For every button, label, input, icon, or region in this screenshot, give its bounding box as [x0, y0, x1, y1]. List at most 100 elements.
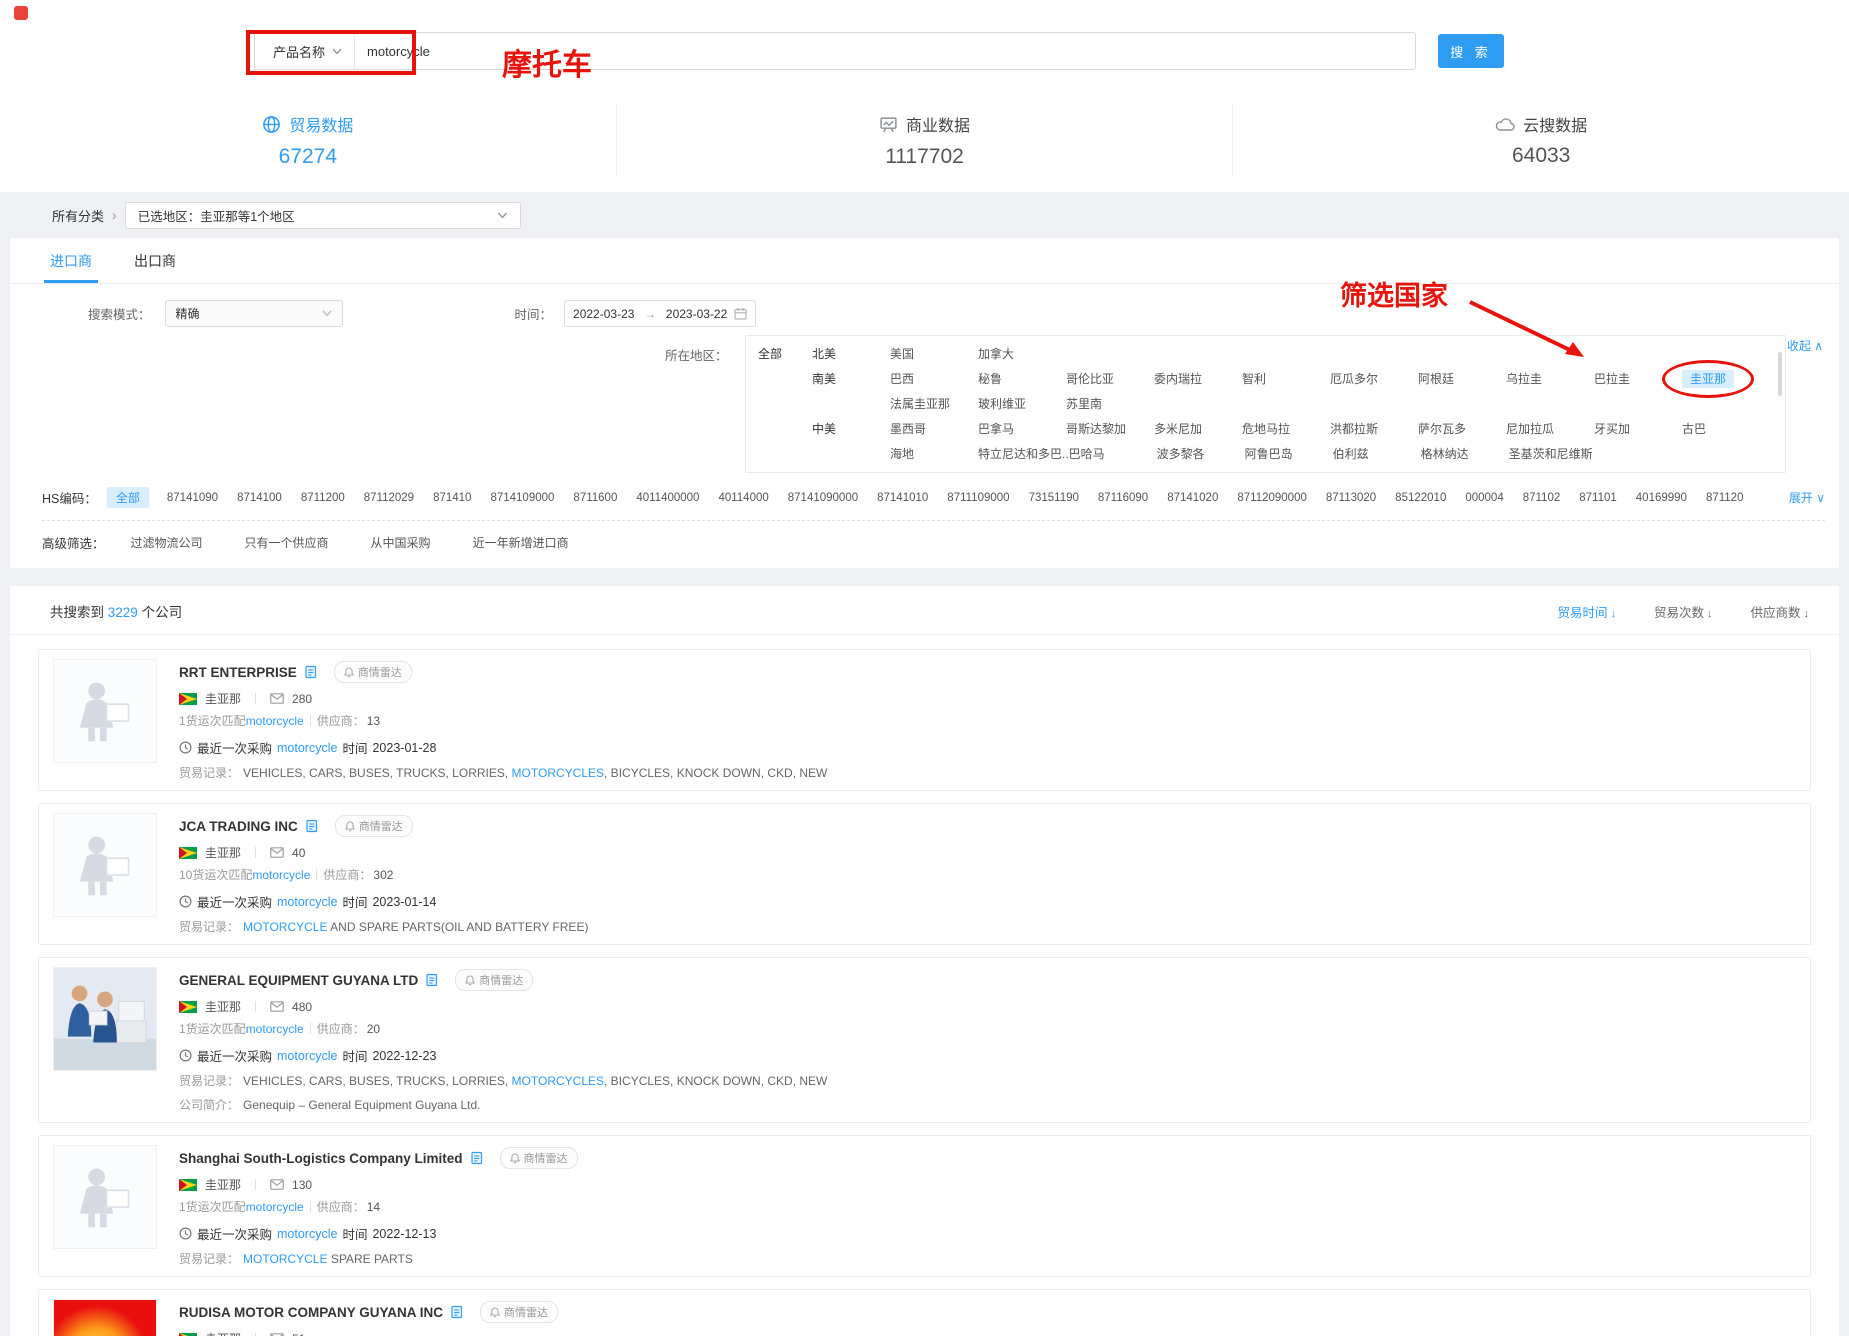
records-keyword[interactable]: MOTORCYCLES	[512, 766, 604, 780]
advanced-filter-option[interactable]: 从中国采购	[371, 534, 431, 551]
hs-code-option[interactable]: 8714100	[237, 492, 282, 504]
hs-code-option[interactable]: 40169990	[1636, 492, 1687, 504]
region-option[interactable]: 厄瓜多尔	[1330, 367, 1418, 392]
company-name[interactable]: JCA TRADING INC	[179, 819, 298, 834]
company-thumbnail[interactable]	[53, 659, 157, 763]
recent-keyword-link[interactable]: motorcycle	[277, 741, 337, 755]
hs-code-option[interactable]: 871101	[1579, 492, 1617, 504]
report-icon[interactable]	[471, 1151, 484, 1165]
sort-trade-time[interactable]: 贸易时间↓	[1557, 602, 1616, 621]
region-option[interactable]: 智利	[1242, 367, 1330, 392]
hs-code-option[interactable]: 871120	[1706, 492, 1744, 504]
region-option[interactable]: 巴拉圭	[1594, 367, 1682, 392]
report-icon[interactable]	[426, 973, 439, 987]
hs-code-option[interactable]: 87112029	[364, 492, 414, 504]
tab-importers[interactable]: 进口商	[44, 239, 98, 283]
hs-code-option[interactable]: 000004	[1465, 492, 1503, 504]
hs-code-option[interactable]: 8711200	[301, 492, 345, 504]
company-thumbnail[interactable]	[53, 967, 157, 1071]
region-option[interactable]: 尼加拉瓜	[1506, 417, 1594, 442]
business-intel-radar-badge[interactable]: 商情雷达	[455, 969, 533, 991]
hs-code-option[interactable]: 8711109000	[947, 492, 1009, 504]
report-icon[interactable]	[451, 1305, 464, 1319]
report-icon[interactable]	[306, 819, 319, 833]
region-option[interactable]: 巴哈马	[1069, 442, 1157, 467]
region-option[interactable]: 墨西哥	[890, 417, 978, 442]
hs-code-option[interactable]: 4011400000	[636, 492, 699, 504]
report-icon[interactable]	[305, 665, 318, 679]
hs-code-option[interactable]: 87141020	[1167, 492, 1218, 504]
region-option[interactable]: 法属圭亚那	[890, 392, 978, 417]
company-thumbnail[interactable]	[53, 813, 157, 917]
collapse-link[interactable]: 收起 ∧	[1787, 337, 1823, 354]
region-option[interactable]: 乌拉圭	[1506, 367, 1594, 392]
hs-code-option[interactable]: 87116090	[1098, 492, 1148, 504]
hs-code-option[interactable]: 871410	[433, 492, 471, 504]
region-option[interactable]: 圣基茨和尼维斯	[1509, 442, 1597, 467]
region-option-all[interactable]	[758, 442, 812, 467]
region-option[interactable]: 哥斯达黎加	[1066, 417, 1154, 442]
region-option[interactable]: 波多黎各	[1157, 442, 1245, 467]
recent-keyword-link[interactable]: motorcycle	[277, 895, 337, 909]
region-option[interactable]: 巴拿马	[978, 417, 1066, 442]
search-button[interactable]: 搜 索	[1438, 34, 1504, 68]
region-scrollbar[interactable]	[1778, 352, 1782, 396]
region-option-all[interactable]	[758, 417, 812, 442]
region-option[interactable]: 苏里南	[1066, 392, 1154, 417]
stat-business-data[interactable]: 商业数据 1117702	[616, 104, 1233, 177]
company-name[interactable]: GENERAL EQUIPMENT GUYANA LTD	[179, 973, 418, 988]
selected-region-dropdown[interactable]: 已选地区：圭亚那等1个地区	[125, 202, 521, 229]
hs-code-option[interactable]: 8711600	[573, 492, 617, 504]
region-option-all[interactable]	[758, 392, 812, 417]
search-field-type-select[interactable]: 产品名称	[255, 33, 355, 69]
stat-trade-data[interactable]: 贸易数据 67274	[0, 104, 616, 177]
company-name[interactable]: RUDISA MOTOR COMPANY GUYANA INC	[179, 1305, 443, 1320]
match-keyword-link[interactable]: motorcycle	[246, 1022, 304, 1036]
advanced-filter-option[interactable]: 过滤物流公司	[131, 534, 203, 551]
region-option[interactable]: 牙买加	[1594, 417, 1682, 442]
region-option[interactable]: 委内瑞拉	[1154, 367, 1242, 392]
search-mode-select[interactable]: 精确	[165, 300, 343, 327]
advanced-filter-option[interactable]: 只有一个供应商	[245, 534, 329, 551]
region-option[interactable]: 危地马拉	[1242, 417, 1330, 442]
hs-code-option[interactable]: 73151190	[1029, 492, 1079, 504]
hs-code-option[interactable]: 871102	[1523, 492, 1561, 504]
match-keyword-link[interactable]: motorcycle	[252, 868, 310, 882]
region-option[interactable]: 萨尔瓦多	[1418, 417, 1506, 442]
hs-code-option[interactable]: 85122010	[1395, 492, 1446, 504]
region-option[interactable]: 巴西	[890, 367, 978, 392]
region-option[interactable]: 多米尼加	[1154, 417, 1242, 442]
date-range-picker[interactable]: 2022-03-23 → 2023-03-22	[564, 300, 756, 327]
stat-cloud-search-data[interactable]: 云搜数据 64033	[1232, 104, 1849, 177]
business-intel-radar-badge[interactable]: 商情雷达	[480, 1301, 558, 1323]
recent-keyword-link[interactable]: motorcycle	[277, 1049, 337, 1063]
company-thumbnail[interactable]	[53, 1299, 157, 1336]
hs-code-option[interactable]: 8714109000	[490, 492, 554, 504]
records-keyword[interactable]: MOTORCYCLES	[512, 1074, 604, 1088]
region-option[interactable]: 洪都拉斯	[1330, 417, 1418, 442]
region-option[interactable]: 哥伦比亚	[1066, 367, 1154, 392]
records-keyword[interactable]: MOTORCYCLE	[243, 1252, 327, 1266]
business-intel-radar-badge[interactable]: 商情雷达	[334, 661, 412, 683]
sort-trade-count[interactable]: 贸易次数↓	[1654, 602, 1713, 621]
hs-code-option[interactable]: 87113020	[1326, 492, 1376, 504]
hs-code-all-option[interactable]: 全部	[107, 487, 149, 508]
match-keyword-link[interactable]: motorcycle	[246, 714, 304, 728]
region-option[interactable]: 阿根廷	[1418, 367, 1506, 392]
region-option[interactable]: 玻利维亚	[978, 392, 1066, 417]
search-input[interactable]	[355, 44, 1415, 59]
region-option[interactable]: 加拿大	[978, 342, 1066, 367]
region-option[interactable]: 阿鲁巴岛	[1245, 442, 1333, 467]
region-option[interactable]: 古巴	[1682, 417, 1770, 442]
region-option[interactable]: 海地	[890, 442, 978, 467]
region-option[interactable]: 格林纳达	[1421, 442, 1509, 467]
business-intel-radar-badge[interactable]: 商情雷达	[500, 1147, 578, 1169]
expand-link[interactable]: 展开 ∨	[1789, 489, 1825, 506]
region-option-selected[interactable]: 圭亚那	[1682, 367, 1770, 392]
records-keyword[interactable]: MOTORCYCLE	[243, 920, 327, 934]
company-name[interactable]: Shanghai South-Logistics Company Limited	[179, 1151, 463, 1166]
region-option[interactable]: 特立尼达和多巴..	[978, 442, 1069, 467]
company-thumbnail[interactable]	[53, 1145, 157, 1249]
hs-code-option[interactable]: 87112090000	[1237, 492, 1307, 504]
tab-exporters[interactable]: 出口商	[128, 239, 182, 283]
